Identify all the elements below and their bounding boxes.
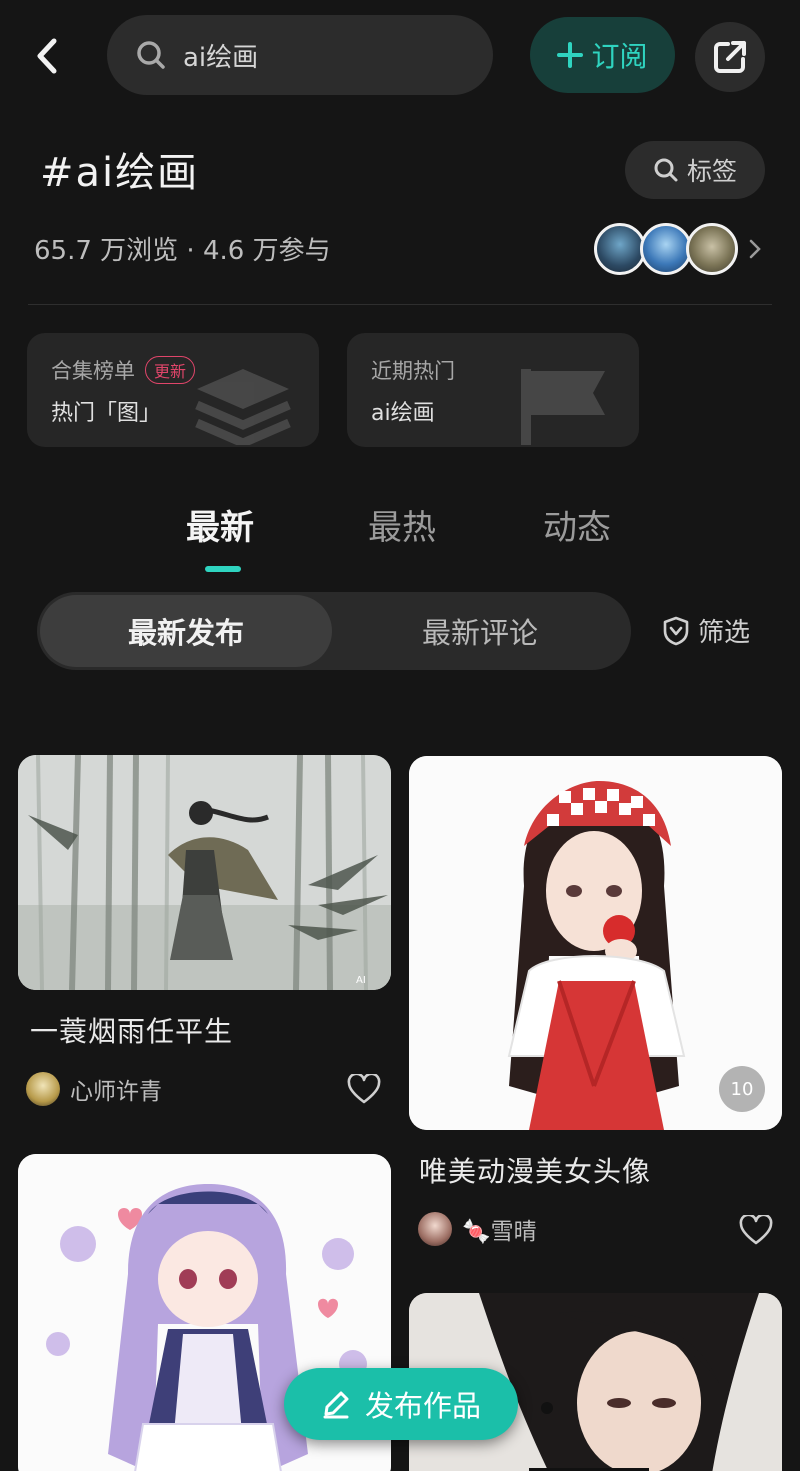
author-avatar xyxy=(26,1072,60,1106)
tag-button-label: 标签 xyxy=(686,157,737,186)
tag-search-button[interactable]: 标签 xyxy=(625,141,765,199)
card-value: ai绘画 xyxy=(371,401,435,426)
post-title[interactable]: 唯美动漫美女头像 xyxy=(419,1150,651,1190)
heart-icon xyxy=(739,1215,773,1245)
chevron-right-icon xyxy=(748,238,762,260)
post-title[interactable]: 一蓑烟雨任平生 xyxy=(30,1010,233,1050)
topic-title: #ai绘画 xyxy=(40,150,200,196)
tab-dynamic[interactable]: 动态 xyxy=(543,500,611,549)
card-label: 合集榜单 xyxy=(51,359,135,383)
heart-icon xyxy=(347,1074,381,1104)
subscribe-label: 订阅 xyxy=(591,40,648,73)
tab-latest[interactable]: 最新 xyxy=(186,500,254,549)
post-author[interactable]: 心师许青 xyxy=(26,1072,162,1106)
segment-latest-comments[interactable]: 最新评论 xyxy=(332,595,628,667)
search-input[interactable] xyxy=(183,40,463,70)
image-watermark: AI xyxy=(356,975,366,986)
author-name: 心师许青 xyxy=(70,1079,162,1105)
back-button[interactable] xyxy=(22,30,70,82)
update-badge: 更新 xyxy=(145,356,196,384)
filter-label: 筛选 xyxy=(698,618,751,648)
publish-work-button[interactable]: 发布作品 xyxy=(284,1368,518,1440)
segment-latest-published[interactable]: 最新发布 xyxy=(40,595,332,667)
share-icon xyxy=(711,38,749,76)
share-button[interactable] xyxy=(695,22,765,92)
avatar xyxy=(594,223,646,275)
card-value: 热门「图」 xyxy=(51,401,162,426)
filter-button[interactable]: 筛选 xyxy=(662,612,750,649)
plus-icon xyxy=(557,42,584,68)
participant-avatars[interactable] xyxy=(594,221,762,277)
search-icon xyxy=(653,157,679,183)
pen-icon xyxy=(321,1389,351,1419)
divider xyxy=(28,304,772,305)
like-button[interactable] xyxy=(347,1074,381,1104)
image-count-badge: 10 xyxy=(719,1066,765,1112)
post-image[interactable]: 10 xyxy=(409,756,782,1130)
publish-label: 发布作品 xyxy=(364,1389,481,1423)
author-name: 🍬雪晴 xyxy=(462,1219,537,1245)
shield-filter-icon xyxy=(662,616,690,646)
author-avatar xyxy=(418,1212,452,1246)
post-image[interactable]: AI xyxy=(18,755,391,990)
chevron-left-icon xyxy=(32,36,60,76)
tab-hot[interactable]: 最热 xyxy=(368,500,436,549)
avatar xyxy=(686,223,738,275)
card-label: 近期热门 xyxy=(371,359,455,383)
recent-trending-card[interactable]: 近期热门 ai绘画 xyxy=(347,333,639,447)
like-button[interactable] xyxy=(739,1215,773,1245)
flag-icon xyxy=(513,365,613,445)
post-author[interactable]: 🍬雪晴 xyxy=(418,1212,537,1246)
search-bar[interactable] xyxy=(107,15,493,95)
search-icon xyxy=(135,39,167,71)
collection-ranking-card[interactable]: 合集榜单 更新 热门「图」 xyxy=(27,333,319,447)
subscribe-button[interactable]: 订阅 xyxy=(530,17,675,93)
avatar xyxy=(640,223,692,275)
topic-stats: 65.7 万浏览 · 4.6 万参与 xyxy=(34,236,331,266)
active-tab-indicator xyxy=(205,566,241,572)
layers-icon xyxy=(193,365,293,445)
